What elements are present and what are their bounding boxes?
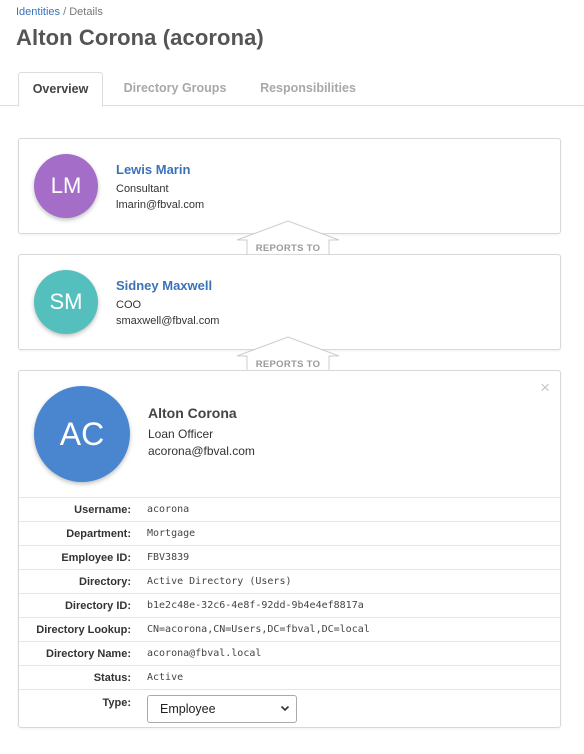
avatar: SM [34,270,98,334]
type-cell: Employee [131,690,560,726]
table-row: Status: Active [19,665,560,690]
identity-email: acorona@fbval.com [148,444,255,458]
table-row: Username: acorona [19,497,560,522]
manager-email: lmarin@fbval.com [116,199,205,211]
breadcrumb-current: Details [69,6,103,18]
tab-overview[interactable]: Overview [18,72,103,107]
avatar: AC [34,386,130,482]
table-row: Department: Mortgage [19,521,560,546]
identity-title: Loan Officer [148,427,214,441]
breadcrumb: Identities / Details [16,6,103,18]
identity-details-table: Username: acorona Department: Mortgage Emp… [19,497,560,726]
type-select[interactable]: Employee [147,694,297,723]
field-value: Active [147,672,184,683]
field-label: Username: [74,503,131,516]
table-row: Type: Employee [19,689,560,726]
field-label: Employee ID: [61,551,131,564]
tab-responsibilities[interactable]: Responsibilities [248,72,368,106]
field-value: acorona [147,504,190,515]
manager-email: smaxwell@fbval.com [116,315,220,327]
identity-name: Alton Corona [148,405,237,421]
manager-title: Consultant [116,183,169,195]
reports-to-label: REPORTS TO [255,243,321,254]
type-select-value: Employee [160,701,216,716]
field-label: Department: [66,527,131,540]
table-row: Employee ID: FBV3839 [19,545,560,570]
close-icon[interactable]: × [540,379,550,396]
field-value: b1e2c48e-32c6-4e8f-92dd-9b4e4ef8817a [147,600,364,611]
identity-detail-card: × AC Alton Corona Loan Officer acorona@f… [18,370,561,728]
manager-name-link[interactable]: Sidney Maxwell [116,278,212,293]
tab-bar: Overview Directory Groups Responsibiliti… [0,72,584,107]
page-title: Alton Corona (acorona) [16,25,264,50]
manager-name-link[interactable]: Lewis Marin [116,162,190,177]
table-row: Directory ID: b1e2c48e-32c6-4e8f-92dd-9b4… [19,593,560,618]
breadcrumb-identities-link[interactable]: Identities [16,6,60,18]
table-row: Directory Name: acorona@fbval.local [19,641,560,666]
field-label: Directory ID: [64,599,131,612]
field-label: Directory Lookup: [36,623,131,636]
field-label: Directory Name: [46,647,131,660]
field-label: Status: [93,671,131,684]
field-label: Directory: [79,575,131,588]
table-row: Directory Lookup: CN=acorona,CN=Users,DC=… [19,617,560,642]
field-value: CN=acorona,CN=Users,DC=fbval,DC=local [147,624,370,635]
field-value: Active Directory (Users) [147,576,292,587]
field-value: FBV3839 [147,552,190,563]
chevron-down-icon [280,696,290,733]
manager-card-sidney-maxwell: SM Sidney Maxwell COO smaxwell@fbval.com [18,254,561,350]
field-label: Type: [102,697,131,709]
avatar: LM [34,154,98,218]
breadcrumb-separator: / [60,6,70,18]
field-value: Mortgage [147,528,196,539]
table-row: Directory: Active Directory (Users) [19,569,560,594]
tab-directory-groups[interactable]: Directory Groups [112,72,238,106]
manager-title: COO [116,299,142,311]
manager-card-lewis-marin: LM Lewis Marin Consultant lmarin@fbval.c… [18,138,561,234]
field-value: acorona@fbval.local [147,648,262,659]
reports-to-label: REPORTS TO [255,359,321,370]
